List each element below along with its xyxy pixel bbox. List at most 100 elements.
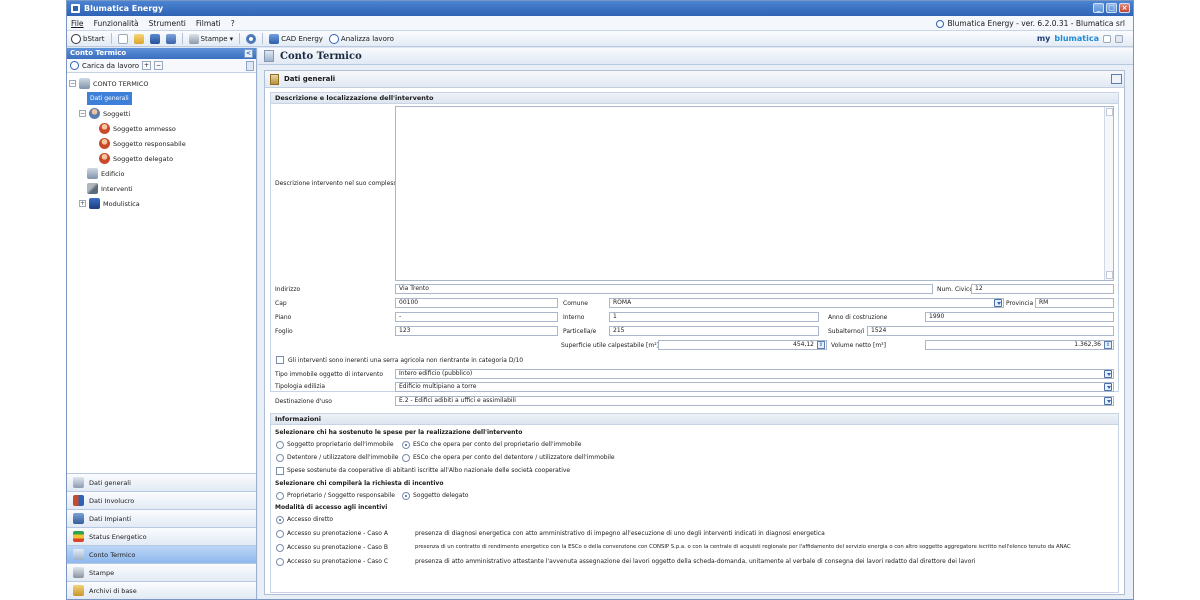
expand-all-icon[interactable]: + [142,61,152,70]
anno-costruzione-input[interactable]: 1990 [925,312,1114,322]
volume-value: 1.362,36 [1074,341,1101,348]
particella-input[interactable]: 215 [609,326,819,336]
brand-my: my [1036,34,1051,43]
collapse-sidebar-button[interactable]: < [244,49,253,58]
tree-item-modulistica[interactable]: + Modulistica [69,196,256,211]
tree-item-soggetto-responsabile[interactable]: Soggetto responsabile [69,136,256,151]
textarea-scrollbar[interactable] [1104,107,1113,280]
radio-soggetto-delegato-label: Soggetto delegato [413,492,469,499]
tree-item-edificio[interactable]: Edificio [69,166,256,181]
chevron-down-icon[interactable] [1104,383,1112,391]
nav-dati-involucro[interactable]: Dati Involucro [67,491,256,509]
analizza-lavoro-button[interactable]: Analizza lavoro [328,33,394,44]
menu-help[interactable]: ? [231,19,235,28]
tree-root[interactable]: − CONTO TERMICO [69,76,256,91]
tree-item-label: Soggetto ammesso [113,124,176,133]
cad-icon [269,33,280,44]
radio-accesso-diretto[interactable] [276,516,284,524]
tipologia-select[interactable]: Edificio multipiano a torre [395,382,1114,392]
row-serra: Gli interventi sono inerenti una serra a… [271,355,1118,366]
accesso-title: Modalità di accesso agli incentivi [275,504,388,511]
collapse-all-icon[interactable]: − [154,61,164,70]
load-from-work-label[interactable]: Carica da lavoro [82,62,139,70]
expand-node-icon[interactable]: + [79,200,86,207]
radio-proprietario[interactable] [276,441,284,449]
tree-item-soggetti[interactable]: − Soggetti [69,106,256,121]
cap-input[interactable]: 00100 [395,298,558,308]
chevron-down-icon[interactable] [1104,370,1112,378]
building-icon [87,168,98,179]
menu-strumenti[interactable]: Strumenti [149,19,186,28]
tree-item-soggetto-delegato[interactable]: Soggetto delegato [69,151,256,166]
interno-input[interactable]: 1 [609,312,819,322]
destinazione-select[interactable]: E.2 - Edifici adibiti a uffici e assimil… [395,396,1114,406]
piano-input[interactable]: - [395,312,558,322]
volume-input[interactable]: 1.362,36 ⇕ [925,340,1114,350]
minimize-button[interactable]: _ [1093,3,1104,13]
radio-caso-b[interactable] [276,544,284,552]
brand-logo[interactable]: my blumatica [1037,34,1123,43]
spinner-icon[interactable]: ⇕ [817,341,825,349]
radio-esco-proprietario[interactable] [402,441,410,449]
window-title: Blumatica Energy [84,4,164,13]
collapse-node-icon[interactable]: − [69,80,76,87]
cad-energy-button[interactable]: CAD Energy [269,33,323,44]
nav-conto-termico[interactable]: Conto Termico [67,545,256,563]
indirizzo-input[interactable]: Via Trento [395,284,933,294]
nav-archivi-di-base[interactable]: Archivi di base [67,581,256,599]
menu-file[interactable]: File [71,19,84,28]
maximize-button[interactable]: □ [1106,3,1117,13]
chevron-down-icon[interactable] [1104,397,1112,405]
tree-item-dati-generali[interactable]: Dati generali [69,91,256,106]
tipo-immobile-select[interactable]: Intero edificio (pubblico) [395,369,1114,379]
nav-dati-generali[interactable]: Dati generali [67,473,256,491]
menu-funzionalita[interactable]: Funzionalità [94,19,139,28]
nav-stampe[interactable]: Stampe [67,563,256,581]
radio-caso-c[interactable] [276,558,284,566]
nav-status-energetico[interactable]: Status Energetico [67,527,256,545]
radio-soggetto-delegato[interactable] [402,492,410,500]
menu-filmati[interactable]: Filmati [196,19,221,28]
radio-caso-a[interactable] [276,530,284,538]
radio-detentore[interactable] [276,454,284,462]
tree-item-label: Soggetto delegato [113,154,174,163]
save-as-icon[interactable] [165,33,176,44]
save-icon[interactable] [149,33,160,44]
tree-item-interventi[interactable]: Interventi [69,181,256,196]
tools-icon [87,183,98,194]
maximize-panel-button[interactable] [1111,74,1122,84]
gear-icon[interactable] [246,33,257,44]
radio-proprietario-responsabile[interactable] [276,492,284,500]
spese-title: Selezionare chi ha sostenuto le spese pe… [275,429,523,436]
new-file-icon[interactable] [117,33,128,44]
cap-label: Cap [275,300,287,307]
cooperative-checkbox[interactable] [276,467,284,475]
anno-costruzione-label: Anno di costruzione [828,314,888,321]
sidebar-scroll-arrow[interactable] [246,61,254,71]
bstart-button[interactable]: bStart [71,33,105,44]
open-folder-icon[interactable] [133,33,144,44]
num-civico-input[interactable]: 12 [971,284,1114,294]
tree-item-soggetto-ammesso[interactable]: Soggetto ammesso [69,121,256,136]
spinner-icon[interactable]: ⇕ [1104,341,1112,349]
collapse-node-icon[interactable]: − [79,110,86,117]
superficie-input[interactable]: 454,12 ⇕ [658,340,827,350]
stampe-button[interactable]: Stampe ▾ [188,33,233,44]
subalterno-input[interactable]: 1524 [867,326,1114,336]
radio-esco-detentore[interactable] [402,454,410,462]
nav-dati-impianti[interactable]: Dati Impianti [67,509,256,527]
comune-select[interactable]: ROMA [609,298,1004,308]
volume-label: Volume netto [m³] [831,342,886,349]
provincia-input[interactable]: RM [1035,298,1114,308]
toolbar: bStart Stampe ▾ CAD Energy Analizza lavo… [67,31,1133,47]
foglio-input[interactable]: 123 [395,326,558,336]
chevron-down-icon[interactable] [994,299,1002,307]
app-logo-icon [71,4,80,13]
descrizione-textarea[interactable] [395,106,1114,281]
external-link-icon[interactable] [1103,34,1111,43]
close-button[interactable]: × [1119,3,1130,13]
serra-checkbox[interactable] [276,356,284,364]
grid-icon[interactable] [1115,34,1123,43]
tree-root-label: CONTO TERMICO [93,79,149,88]
bstart-label: bStart [83,34,105,43]
